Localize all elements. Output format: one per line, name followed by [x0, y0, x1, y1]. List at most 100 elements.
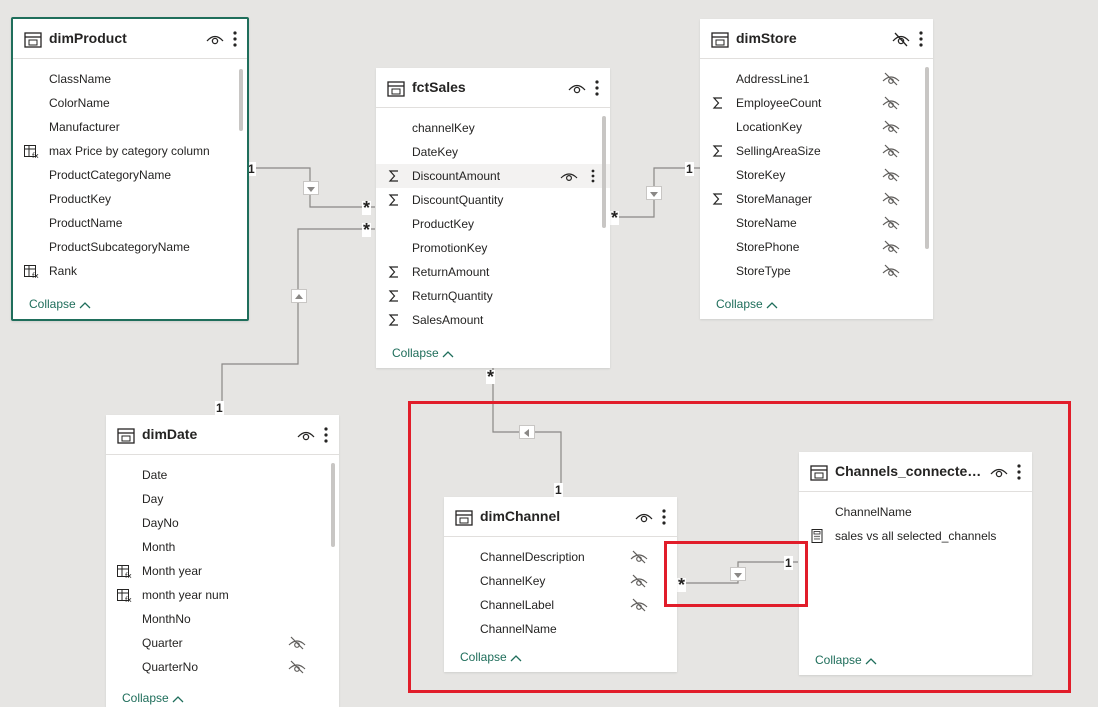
field-row[interactable]: ColorName	[13, 91, 247, 115]
field-row[interactable]: Manufacturer	[13, 115, 247, 139]
field-row[interactable]: QuarterNo	[106, 655, 339, 679]
collapse-button[interactable]: Collapse	[815, 653, 877, 667]
visibility-eye-icon[interactable]	[206, 31, 224, 47]
field-row[interactable]: ChannelName	[444, 617, 677, 641]
sigma-icon	[388, 194, 398, 206]
field-row[interactable]: Quarter	[106, 631, 339, 655]
hidden-eye-icon[interactable]	[882, 144, 900, 158]
collapse-button[interactable]: Collapse	[29, 297, 91, 311]
field-name: DiscountQuantity	[412, 193, 504, 207]
field-row[interactable]: ReturnAmount	[376, 260, 610, 284]
field-row[interactable]: ClassName	[13, 67, 247, 91]
scrollbar[interactable]	[331, 463, 335, 547]
collapse-button[interactable]: Collapse	[460, 650, 522, 664]
hidden-eye-icon[interactable]	[882, 216, 900, 230]
field-row[interactable]: ChannelName	[799, 500, 1032, 524]
field-row[interactable]: DayNo	[106, 511, 339, 535]
filter-direction-down-icon[interactable]	[646, 186, 662, 200]
collapse-button[interactable]: Collapse	[122, 691, 184, 705]
table-card-dimproduct[interactable]: dimProduct ClassName ColorName Manufactu…	[11, 17, 249, 321]
hidden-eye-icon[interactable]	[882, 240, 900, 254]
filter-direction-down-icon[interactable]	[303, 181, 319, 195]
more-options-icon[interactable]	[918, 29, 924, 49]
field-row[interactable]: Day	[106, 487, 339, 511]
field-row[interactable]: ChannelDescription	[444, 545, 677, 569]
field-row[interactable]: StoreType	[700, 259, 933, 283]
visibility-eye-icon[interactable]	[635, 509, 653, 525]
filter-direction-left-icon[interactable]	[519, 425, 535, 439]
field-row[interactable]: fx Month year	[106, 559, 339, 583]
field-row[interactable]: DateKey	[376, 140, 610, 164]
scrollbar[interactable]	[602, 116, 606, 228]
field-row[interactable]: StoreKey	[700, 163, 933, 187]
hidden-eye-icon[interactable]	[288, 636, 306, 650]
hidden-eye-icon[interactable]	[882, 168, 900, 182]
calculated-column-icon: fx	[24, 265, 39, 279]
table-icon	[711, 32, 729, 48]
hidden-eye-icon[interactable]	[630, 550, 648, 564]
field-row[interactable]: fx Rank	[13, 259, 247, 283]
collapse-button[interactable]: Collapse	[392, 346, 454, 360]
field-row[interactable]: DiscountAmount	[376, 164, 610, 188]
field-name: ChannelDescription	[480, 550, 585, 564]
hidden-eye-icon[interactable]	[892, 31, 910, 47]
hidden-eye-icon[interactable]	[882, 192, 900, 206]
field-row[interactable]: ReturnQuantity	[376, 284, 610, 308]
hidden-eye-icon[interactable]	[882, 120, 900, 134]
filter-direction-down-icon[interactable]	[730, 567, 746, 581]
field-row[interactable]: ProductCategoryName	[13, 163, 247, 187]
filter-direction-up-icon[interactable]	[291, 289, 307, 303]
hidden-eye-icon[interactable]	[882, 96, 900, 110]
field-row[interactable]: StoreManager	[700, 187, 933, 211]
field-row[interactable]: ProductKey	[376, 212, 610, 236]
field-row[interactable]: DiscountQuantity	[376, 188, 610, 212]
more-options-icon[interactable]	[661, 507, 667, 527]
calculated-column-icon: fx	[117, 589, 132, 603]
field-row[interactable]: ProductSubcategoryName	[13, 235, 247, 259]
field-row[interactable]: PromotionKey	[376, 236, 610, 260]
field-row[interactable]: SellingAreaSize	[700, 139, 933, 163]
visibility-eye-icon[interactable]	[560, 169, 578, 183]
field-row[interactable]: Date	[106, 463, 339, 487]
hidden-eye-icon[interactable]	[630, 598, 648, 612]
visibility-eye-icon[interactable]	[568, 80, 586, 96]
field-row[interactable]: StoreName	[700, 211, 933, 235]
field-row[interactable]: sales vs all selected_channels	[799, 524, 1032, 548]
more-options-icon[interactable]	[590, 168, 596, 184]
scrollbar[interactable]	[925, 67, 929, 249]
more-options-icon[interactable]	[594, 78, 600, 98]
table-card-channels-connected[interactable]: Channels_connected_... ChannelName sales…	[799, 452, 1032, 675]
collapse-button[interactable]: Collapse	[716, 297, 778, 311]
field-row[interactable]: channelKey	[376, 116, 610, 140]
field-row[interactable]: ProductKey	[13, 187, 247, 211]
table-card-dimdate[interactable]: dimDate Date Day DayNo Month fx Month ye…	[106, 415, 339, 707]
field-row[interactable]: AddressLine1	[700, 67, 933, 91]
field-row[interactable]: Month	[106, 535, 339, 559]
table-card-dimchannel[interactable]: dimChannel ChannelDescription ChannelKey…	[444, 497, 677, 672]
hidden-eye-icon[interactable]	[288, 660, 306, 674]
hidden-eye-icon[interactable]	[630, 574, 648, 588]
field-row[interactable]: ChannelLabel	[444, 593, 677, 617]
table-card-fctsales[interactable]: fctSales channelKey DateKey DiscountAmou…	[376, 68, 610, 368]
field-row[interactable]: MonthNo	[106, 607, 339, 631]
scrollbar[interactable]	[239, 69, 243, 131]
field-row[interactable]: StorePhone	[700, 235, 933, 259]
more-options-icon[interactable]	[1016, 462, 1022, 482]
calculator-measure-icon	[811, 529, 823, 543]
more-options-icon[interactable]	[323, 425, 329, 445]
field-row[interactable]: fx month year num	[106, 583, 339, 607]
table-card-dimstore[interactable]: dimStore AddressLine1 EmployeeCount Loca…	[700, 19, 933, 319]
field-row[interactable]: ChannelKey	[444, 569, 677, 593]
field-row[interactable]: ProductName	[13, 211, 247, 235]
field-row[interactable]: EmployeeCount	[700, 91, 933, 115]
field-row[interactable]: fx max Price by category column	[13, 139, 247, 163]
field-row[interactable]: LocationKey	[700, 115, 933, 139]
hidden-eye-icon[interactable]	[882, 72, 900, 86]
table-title: dimDate	[142, 426, 198, 442]
visibility-eye-icon[interactable]	[297, 427, 315, 443]
visibility-eye-icon[interactable]	[990, 464, 1008, 480]
sigma-icon	[388, 170, 398, 182]
more-options-icon[interactable]	[232, 29, 238, 49]
hidden-eye-icon[interactable]	[882, 264, 900, 278]
field-row[interactable]: SalesAmount	[376, 308, 610, 332]
